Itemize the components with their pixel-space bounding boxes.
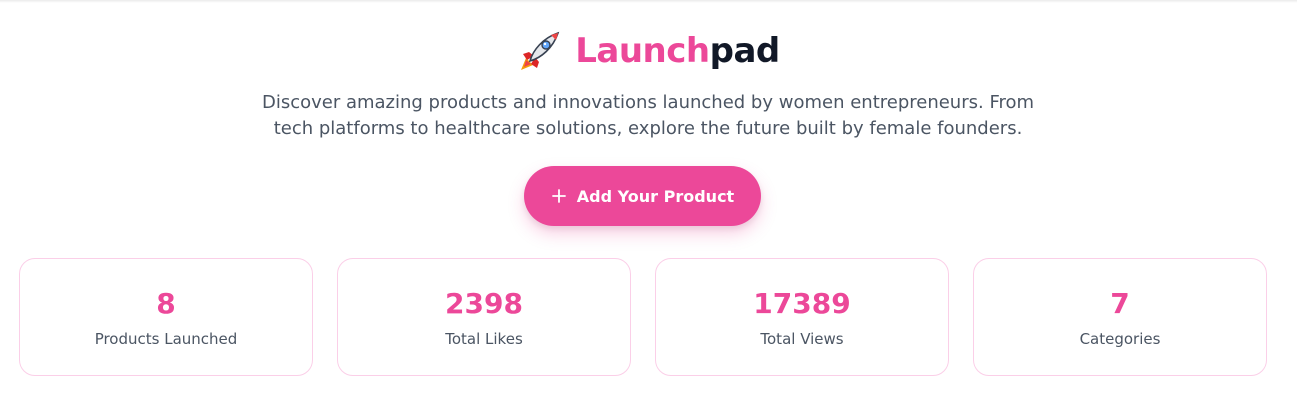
brand-title: Launchpad <box>575 28 780 74</box>
stats-row: 8 Products Launched 2398 Total Likes 173… <box>19 258 1267 376</box>
brand-title-rest: pad <box>709 31 781 71</box>
stat-value: 8 <box>156 287 176 320</box>
stat-label: Categories <box>1079 330 1161 348</box>
stat-label: Products Launched <box>94 330 238 348</box>
plus-icon <box>551 188 567 204</box>
add-product-label: Add Your Product <box>576 186 735 206</box>
header-shadow <box>0 0 1297 3</box>
stat-value: 7 <box>1110 287 1130 320</box>
brand-title-accent: Launch <box>575 31 710 71</box>
stat-card-products: 8 Products Launched <box>19 258 313 376</box>
stat-card-likes: 2398 Total Likes <box>337 258 631 376</box>
add-product-button[interactable]: Add Your Product <box>524 166 761 226</box>
stat-card-categories: 7 Categories <box>973 258 1267 376</box>
brand: Launchpad <box>0 28 1297 74</box>
stat-card-views: 17389 Total Views <box>655 258 949 376</box>
stat-label: Total Likes <box>445 330 523 348</box>
tagline: Discover amazing products and innovation… <box>261 92 1035 139</box>
rocket-icon <box>517 28 563 74</box>
stat-value: 17389 <box>753 287 851 320</box>
stat-label: Total Views <box>760 330 844 348</box>
stat-value: 2398 <box>445 287 523 320</box>
